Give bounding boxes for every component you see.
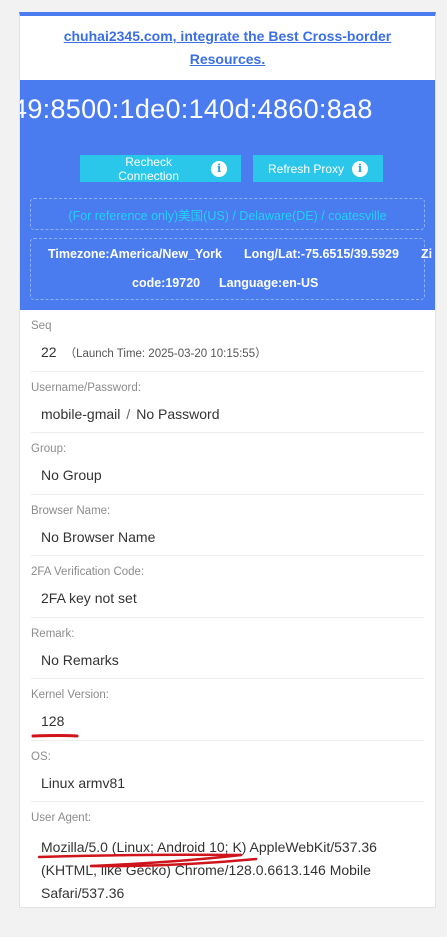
password-value: No Password bbox=[136, 405, 220, 422]
field-label: User Agent: bbox=[31, 812, 92, 824]
field-label: Seq bbox=[31, 320, 52, 332]
field-label: Username/Password: bbox=[31, 381, 141, 394]
field-value: No Remarks bbox=[41, 651, 119, 668]
recheck-connection-label: Recheck Connection bbox=[118, 154, 179, 183]
timezone-text: Timezone:America/New_York bbox=[48, 247, 222, 261]
credentials-separator: / bbox=[126, 405, 131, 422]
field-value: 2FA key not set bbox=[41, 590, 137, 606]
field-value: mobile-gmail / No Password bbox=[41, 406, 220, 422]
field-user-agent: User Agent: Mozilla/5.0 (Linux; Android … bbox=[31, 802, 424, 907]
seq-number: 22 bbox=[41, 344, 57, 360]
field-value: No Group bbox=[41, 467, 102, 483]
field-label: 2FA Verification Code: bbox=[31, 566, 145, 578]
field-browser-name: Browser Name: No Browser Name bbox=[31, 495, 424, 556]
user-agent-line: (KHTML, like Gecko) Chrome/128.0.6613.14… bbox=[41, 862, 371, 878]
user-agent-line: Mozilla/5.0 (Linux; Android 10; K) Apple… bbox=[41, 839, 377, 855]
promo-banner: chuhai2345.com, integrate the Best Cross… bbox=[20, 16, 435, 80]
location-box: (For reference only)美国(US) / Delaware(DE… bbox=[30, 198, 425, 230]
field-kernel-version: Kernel Version: 128 bbox=[31, 679, 424, 741]
refresh-proxy-label: Refresh Proxy bbox=[267, 161, 345, 176]
proxy-button-row: Recheck Connection i Refresh Proxy i bbox=[80, 154, 383, 183]
user-agent-line: Safari/537.36 bbox=[41, 885, 125, 901]
info-icon[interactable]: i bbox=[352, 160, 369, 177]
launch-time: （Launch Time: 2025-03-20 10:15:55） bbox=[64, 348, 267, 360]
geo-info-box: Timezone:America/New_York Long/Lat:-75.6… bbox=[30, 238, 432, 300]
field-label: Remark: bbox=[31, 627, 75, 640]
field-label: OS: bbox=[31, 750, 51, 763]
field-label: Group: bbox=[31, 443, 67, 455]
recheck-connection-button[interactable]: Recheck Connection i bbox=[80, 154, 241, 183]
browser-profile-card: chuhai2345.com, integrate the Best Cross… bbox=[19, 12, 436, 908]
field-remark: Remark: No Remarks bbox=[31, 618, 424, 679]
user-agent-value: Mozilla/5.0 (Linux; Android 10; K) Apple… bbox=[41, 836, 401, 905]
field-value: 22 （Launch Time: 2025-03-20 10:15:55） bbox=[41, 344, 267, 361]
profile-fields: Seq 22 （Launch Time: 2025-03-20 10:15:55）… bbox=[20, 310, 435, 907]
field-seq: Seq 22 （Launch Time: 2025-03-20 10:15:55） bbox=[31, 310, 424, 372]
field-os: OS: Linux armv81 bbox=[31, 741, 424, 802]
long-lat-text: Long/Lat:-75.6515/39.5929 bbox=[244, 247, 399, 261]
field-value: No Browser Name bbox=[41, 528, 156, 545]
location-text: (For reference only)美国(US) / Delaware(DE… bbox=[68, 208, 387, 223]
field-2fa: 2FA Verification Code: 2FA key not set bbox=[31, 556, 424, 618]
refresh-proxy-button[interactable]: Refresh Proxy i bbox=[253, 155, 383, 182]
field-label: Browser Name: bbox=[31, 504, 111, 517]
red-underline-annotation bbox=[31, 734, 79, 738]
field-label: Kernel Version: bbox=[31, 689, 109, 701]
info-icon[interactable]: i bbox=[211, 160, 227, 177]
proxy-ip-address: 49:8500:1de0:140d:4860:8a8 bbox=[20, 94, 373, 124]
field-value: Linux armv81 bbox=[41, 774, 126, 791]
username-value: mobile-gmail bbox=[41, 405, 121, 422]
field-value: 128 bbox=[41, 713, 65, 729]
language-text: Language:en-US bbox=[219, 276, 319, 290]
proxy-info-panel: 49:8500:1de0:140d:4860:8a8 Recheck Conne… bbox=[20, 80, 435, 310]
field-credentials: Username/Password: mobile-gmail / No Passw… bbox=[31, 372, 424, 433]
field-group: Group: No Group bbox=[31, 433, 424, 495]
zip-prefix-text: Zi bbox=[421, 247, 433, 261]
zip-code-text: code:19720 bbox=[132, 276, 201, 290]
promo-link[interactable]: chuhai2345.com, integrate the Best Cross… bbox=[50, 25, 405, 71]
